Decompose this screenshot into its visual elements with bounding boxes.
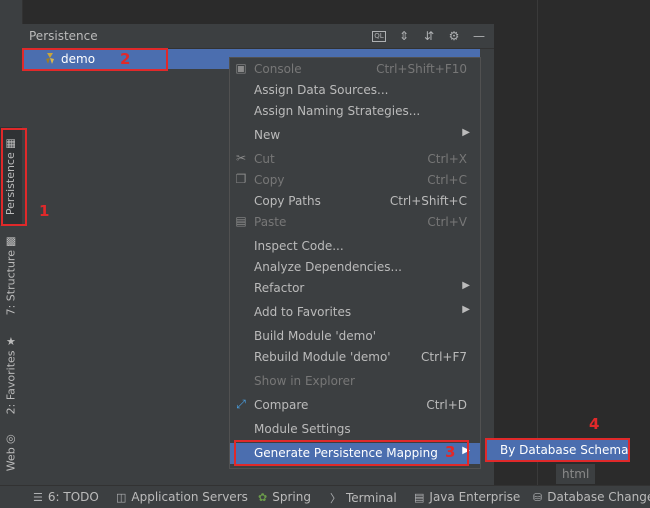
editor-gutter-line [537, 0, 538, 485]
submenu-arrow-icon: ▶ [462, 304, 470, 315]
menu-item-shortcut: Ctrl+Shift+C [389, 194, 467, 208]
menu-item-label: Analyze Dependencies... [254, 260, 402, 274]
editor-hint: html [556, 464, 596, 484]
tab-web[interactable]: Web ◎ [0, 428, 22, 476]
menu-item-copy[interactable]: ❐ Copy Ctrl+C [230, 170, 480, 191]
annotation-box-1 [1, 128, 27, 226]
menu-item-module-settings[interactable]: Module Settings [230, 419, 480, 440]
structure-tab-label: 7: Structure [4, 249, 18, 315]
left-tool-strip: Persistence ▦ 7: Structure ▩ 2: Favorite… [0, 0, 23, 485]
menu-item-inspect-code[interactable]: Inspect Code... [230, 236, 480, 257]
menu-item-label: Paste [254, 215, 287, 229]
annotation-number-3: 3 [445, 443, 456, 461]
bottom-tab-java-enterprise[interactable]: ▤ Java Enterprise [414, 490, 520, 504]
bottom-tab-terminal[interactable]: 〉 Terminal [330, 490, 397, 506]
bottom-tab-label: Spring [272, 490, 311, 504]
menu-item-label: Show in Explorer [254, 374, 355, 388]
menu-item-label: Add to Favorites [254, 305, 352, 319]
menu-item-label: Copy [254, 173, 285, 187]
menu-item-assign-naming-strategies[interactable]: Assign Naming Strategies... [230, 101, 480, 122]
menu-item-rebuild-module[interactable]: Rebuild Module 'demo' Ctrl+F7 [230, 347, 480, 368]
annotation-box-4 [485, 438, 630, 462]
gear-icon[interactable]: ⚙ [445, 27, 463, 45]
menu-item-cut[interactable]: ✂ Cut Ctrl+X [230, 149, 480, 170]
menu-item-paste[interactable]: ▤ Paste Ctrl+V [230, 212, 480, 233]
bottom-tab-label: 6: TODO [47, 490, 99, 504]
menu-item-shortcut: Ctrl+Shift+F10 [376, 62, 467, 76]
menu-item-console[interactable]: ▣ Console Ctrl+Shift+F10 [230, 59, 480, 80]
java-enterprise-icon: ▤ [414, 490, 425, 504]
list-icon: ☰ [33, 490, 43, 504]
paste-icon: ▤ [235, 214, 247, 228]
bottom-tab-label: Terminal [346, 491, 397, 505]
menu-item-refactor[interactable]: Refactor ▶ [230, 278, 480, 299]
menu-item-label: Build Module 'demo' [254, 329, 377, 343]
menu-item-add-to-favorites[interactable]: Add to Favorites ▶ [230, 302, 480, 323]
bottom-tab-label: Application Servers [131, 490, 248, 504]
collapse-all-icon[interactable]: ⇵ [420, 27, 438, 45]
copy-icon: ❐ [235, 172, 247, 186]
cut-icon: ✂ [235, 151, 247, 165]
ql-icon[interactable]: QL [370, 27, 388, 45]
console-icon: ▣ [235, 61, 247, 75]
star-icon: ★ [6, 334, 16, 348]
menu-item-compare[interactable]: ⤢ Compare Ctrl+D [230, 395, 480, 416]
database-icon: ⛁ [533, 490, 543, 504]
menu-item-label: Assign Data Sources... [254, 83, 389, 97]
bottom-tab-database-changes[interactable]: ⛁ Database Changes [533, 490, 650, 504]
spring-icon: ✿ [258, 490, 268, 504]
bottom-tab-label: Java Enterprise [429, 490, 521, 504]
menu-item-label: Inspect Code... [254, 239, 344, 253]
menu-item-analyze-dependencies[interactable]: Analyze Dependencies... [230, 257, 480, 278]
menu-item-label: Compare [254, 398, 309, 412]
menu-item-label: Copy Paths [254, 194, 321, 208]
submenu-arrow-icon: ▶ [462, 127, 470, 138]
annotation-box-2 [22, 48, 168, 71]
favorites-tab-label: 2: Favorites [4, 349, 18, 414]
annotation-number-1: 1 [39, 202, 50, 220]
globe-icon: ◎ [6, 431, 16, 445]
web-tab-label: Web [4, 446, 18, 471]
menu-item-label: Refactor [254, 281, 305, 295]
annotation-box-3 [234, 440, 469, 466]
menu-item-label: Module Settings [254, 422, 351, 436]
menu-item-assign-data-sources[interactable]: Assign Data Sources... [230, 80, 480, 101]
menu-item-new[interactable]: New ▶ [230, 125, 480, 146]
menu-item-shortcut: Ctrl+V [427, 215, 467, 229]
bottom-tab-spring[interactable]: ✿ Spring [258, 490, 311, 504]
panel-toolbar: QL ⇕ ⇵ ⚙ — [370, 27, 488, 45]
annotation-number-2: 2 [120, 50, 131, 68]
context-menu: ▣ Console Ctrl+Shift+F10 Assign Data Sou… [229, 57, 481, 469]
tab-favorites[interactable]: 2: Favorites ★ [0, 330, 22, 420]
bottom-tool-bar: ☰ 6: TODO ◫ Application Servers ✿ Spring… [0, 485, 650, 508]
menu-item-build-module[interactable]: Build Module 'demo' [230, 326, 480, 347]
tab-structure[interactable]: 7: Structure ▩ [0, 232, 22, 318]
menu-item-label: Cut [254, 152, 275, 166]
bottom-tab-application-servers[interactable]: ◫ Application Servers [116, 490, 248, 504]
server-icon: ◫ [116, 490, 127, 504]
menu-item-shortcut: Ctrl+C [427, 173, 467, 187]
terminal-icon: 〉 [330, 492, 341, 505]
menu-item-shortcut: Ctrl+F7 [421, 350, 467, 364]
menu-item-label: Rebuild Module 'demo' [254, 350, 391, 364]
menu-item-copy-paths[interactable]: Copy Paths Ctrl+Shift+C [230, 191, 480, 212]
bottom-tab-label: Database Changes [547, 490, 650, 504]
expand-all-icon[interactable]: ⇕ [395, 27, 413, 45]
menu-item-label: New [254, 128, 281, 142]
menu-item-shortcut: Ctrl+D [426, 398, 467, 412]
panel-title: Persistence [29, 29, 98, 43]
compare-icon: ⤢ [236, 397, 246, 411]
submenu-arrow-icon: ▶ [462, 280, 470, 291]
menu-item-shortcut: Ctrl+X [427, 152, 467, 166]
bottom-tab-todo[interactable]: ☰ 6: TODO [33, 490, 99, 504]
structure-icon: ▩ [5, 233, 17, 247]
annotation-number-4: 4 [589, 415, 600, 433]
panel-header: Persistence QL ⇕ ⇵ ⚙ — [22, 24, 494, 49]
minimize-icon[interactable]: — [470, 27, 488, 45]
menu-item-label: Assign Naming Strategies... [254, 104, 421, 118]
menu-item-show-in-explorer[interactable]: Show in Explorer [230, 371, 480, 392]
menu-item-label: Console [254, 62, 302, 76]
